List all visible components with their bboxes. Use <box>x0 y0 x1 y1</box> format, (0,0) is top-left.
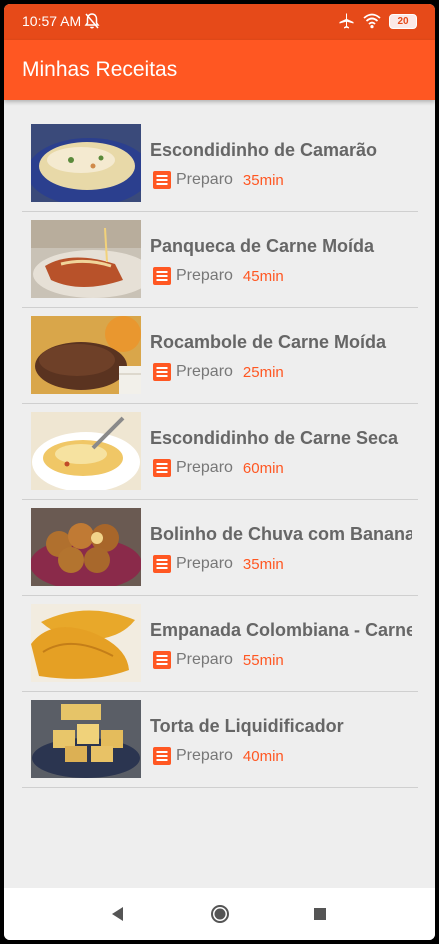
recipe-prep: Preparo 25min <box>152 362 284 382</box>
recipe-prep: Preparo 60min <box>152 458 284 478</box>
wifi-icon <box>363 13 381 29</box>
recipe-name: Escondidinho de Carne Seca <box>150 428 399 448</box>
recipe-thumbnail <box>31 412 141 490</box>
recipe-prep: Preparo 35min <box>152 554 284 574</box>
prep-time: 40min <box>242 747 284 765</box>
prep-time: 60min <box>242 459 284 477</box>
recipe-name: Bolinho de Chuva com Banana <box>150 524 412 544</box>
recipe-thumbnail <box>31 316 141 394</box>
prep-label: Preparo <box>176 267 233 284</box>
recipe-thumbnail <box>31 124 141 202</box>
prep-time: 35min <box>242 171 284 189</box>
recipe-prep: Preparo 45min <box>152 266 284 286</box>
prep-label: Preparo <box>176 459 233 476</box>
recipe-name: Torta de Liquidificador <box>150 716 344 736</box>
navigation-bar <box>4 888 435 940</box>
prep-label: Preparo <box>176 555 233 572</box>
home-icon[interactable] <box>210 904 230 924</box>
recipe-item-torta-de-liquidificador[interactable]: Torta de Liquidificador Preparo 40min <box>22 692 418 788</box>
list-icon <box>153 363 171 381</box>
status-time: 10:57 AM <box>22 13 82 29</box>
airplane-icon <box>339 13 354 29</box>
prep-time: 55min <box>242 651 284 669</box>
list-icon <box>153 555 171 573</box>
prep-label: Preparo <box>176 363 233 380</box>
recents-icon[interactable] <box>310 904 330 924</box>
bell-off-icon <box>84 13 100 29</box>
app-bar: Minhas Receitas <box>4 40 435 100</box>
recipe-prep: Preparo 40min <box>152 746 284 766</box>
prep-label: Preparo <box>176 651 233 668</box>
prep-time: 35min <box>242 555 284 573</box>
recipe-thumbnail <box>31 700 141 778</box>
recipe-name: Escondidinho de Camarão <box>150 140 378 160</box>
recipe-item-panqueca-de-carne-moida[interactable]: Panqueca de Carne Moída Preparo 45min <box>22 212 418 308</box>
recipe-name: Panqueca de Carne Moída <box>150 236 375 256</box>
recipe-thumbnail <box>31 604 141 682</box>
prep-time: 25min <box>242 363 284 381</box>
recipe-item-empanada-colombiana[interactable]: Empanada Colombiana - Carne Preparo 55mi… <box>22 596 418 692</box>
recipe-thumbnail <box>31 220 141 298</box>
recipe-item-escondidinho-de-camarao[interactable]: Escondidinho de Camarão Preparo 35min <box>22 116 418 212</box>
phone-screen: 10:57 AM 20 Minhas Receitas Escondidinho… <box>4 4 435 940</box>
recipe-prep: Preparo 35min <box>152 170 284 190</box>
recipe-name: Empanada Colombiana - Carne <box>150 620 412 640</box>
list-icon <box>153 459 171 477</box>
recipe-item-bolinho-de-chuva-com-banana[interactable]: Bolinho de Chuva com Banana Preparo 35mi… <box>22 500 418 596</box>
recipe-name: Rocambole de Carne Moída <box>150 332 387 352</box>
recipe-prep: Preparo 55min <box>152 650 284 670</box>
list-icon <box>153 747 171 765</box>
list-icon <box>153 171 171 189</box>
battery-icon: 20 <box>389 13 417 29</box>
prep-label: Preparo <box>176 171 233 188</box>
prep-label: Preparo <box>176 747 233 764</box>
status-icons: 20 <box>337 12 417 30</box>
recipe-list: Escondidinho de Camarão Preparo 35min Pa… <box>22 116 418 788</box>
recipe-thumbnail <box>31 508 141 586</box>
app-title: Minhas Receitas <box>22 58 178 81</box>
list-icon <box>153 267 171 285</box>
recipe-item-escondidinho-de-carne-seca[interactable]: Escondidinho de Carne Seca Preparo 60min <box>22 404 418 500</box>
recipe-item-rocambole-de-carne-moida[interactable]: Rocambole de Carne Moída Preparo 25min <box>22 308 418 404</box>
list-icon <box>153 651 171 669</box>
back-icon[interactable] <box>108 904 128 924</box>
prep-time: 45min <box>242 267 284 285</box>
status-bar: 10:57 AM 20 <box>4 4 435 40</box>
